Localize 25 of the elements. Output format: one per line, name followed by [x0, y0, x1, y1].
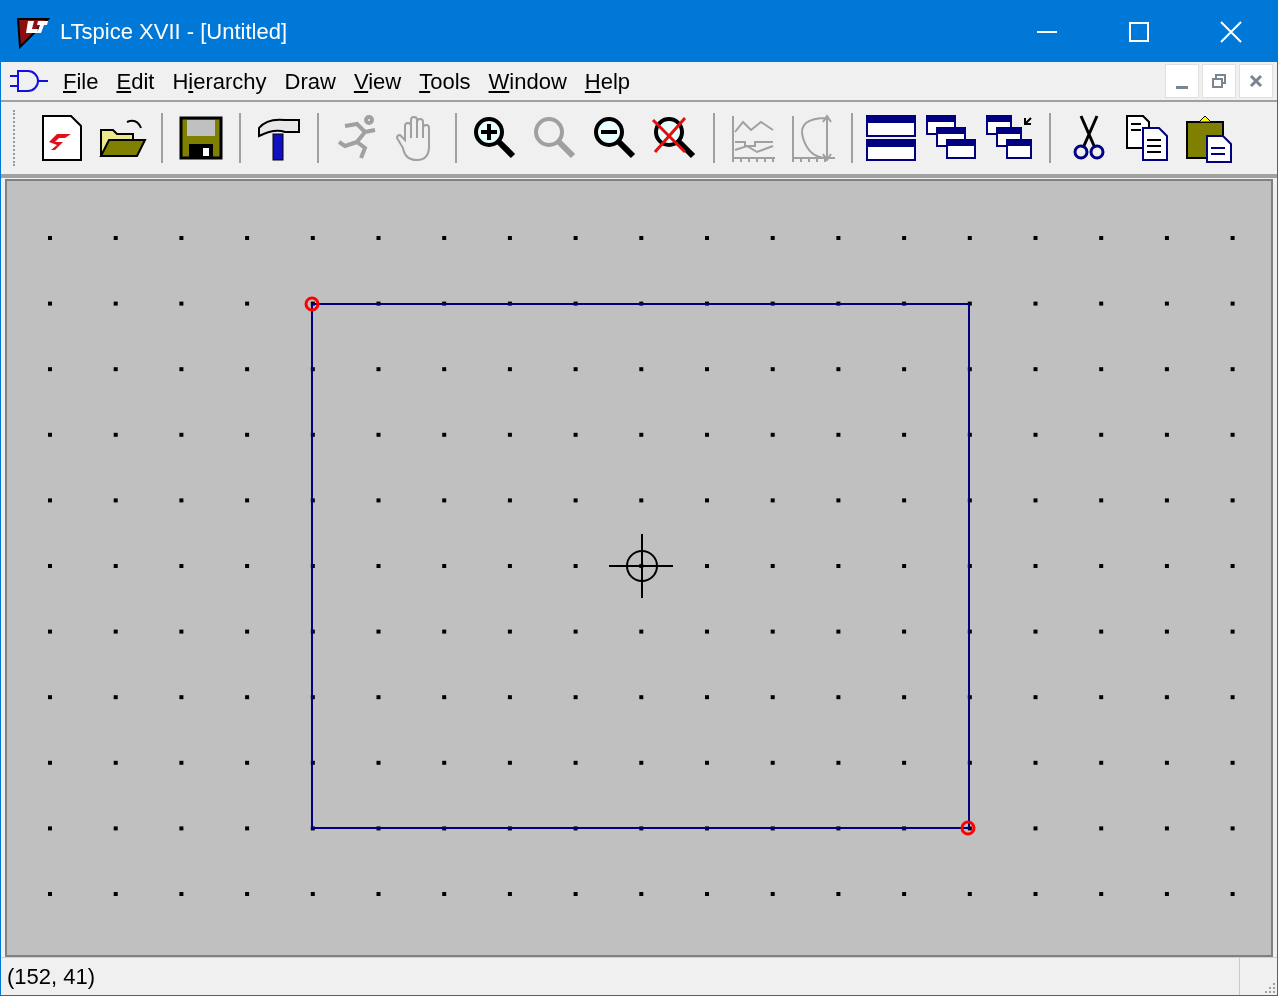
- mdi-restore-button[interactable]: [1202, 64, 1236, 98]
- mdi-minimize-button[interactable]: [1165, 64, 1199, 98]
- logic-gate-icon: [10, 69, 50, 93]
- menu-item[interactable]: Tools: [410, 64, 480, 98]
- menu-item[interactable]: Hierarchy: [163, 64, 276, 98]
- cursor-coordinates: (152, 41): [7, 963, 96, 991]
- tile-windows-icon: [865, 112, 917, 164]
- resize-grip-icon: [1263, 981, 1277, 995]
- crosshair-cursor-icon: [608, 533, 674, 599]
- menu-item[interactable]: Window: [479, 64, 576, 98]
- minimize-icon: [1037, 30, 1057, 33]
- menu-item[interactable]: File: [54, 64, 108, 98]
- menu-item[interactable]: Edit: [107, 64, 164, 98]
- menu-item[interactable]: Draw: [275, 64, 345, 98]
- maximize-icon: [1129, 21, 1149, 42]
- restore-icon: [1212, 74, 1226, 88]
- corner-handle[interactable]: [960, 820, 976, 836]
- close-icon: [1220, 20, 1242, 43]
- window-title: LTspice XVII - [Untitled]: [60, 18, 287, 46]
- corner-handle[interactable]: [304, 296, 320, 312]
- mdi-close-button[interactable]: [1239, 64, 1273, 98]
- menu-item[interactable]: Help: [575, 64, 640, 98]
- menu-item[interactable]: View: [344, 64, 411, 98]
- close-icon: [1249, 74, 1263, 88]
- minimize-icon: [1176, 86, 1188, 89]
